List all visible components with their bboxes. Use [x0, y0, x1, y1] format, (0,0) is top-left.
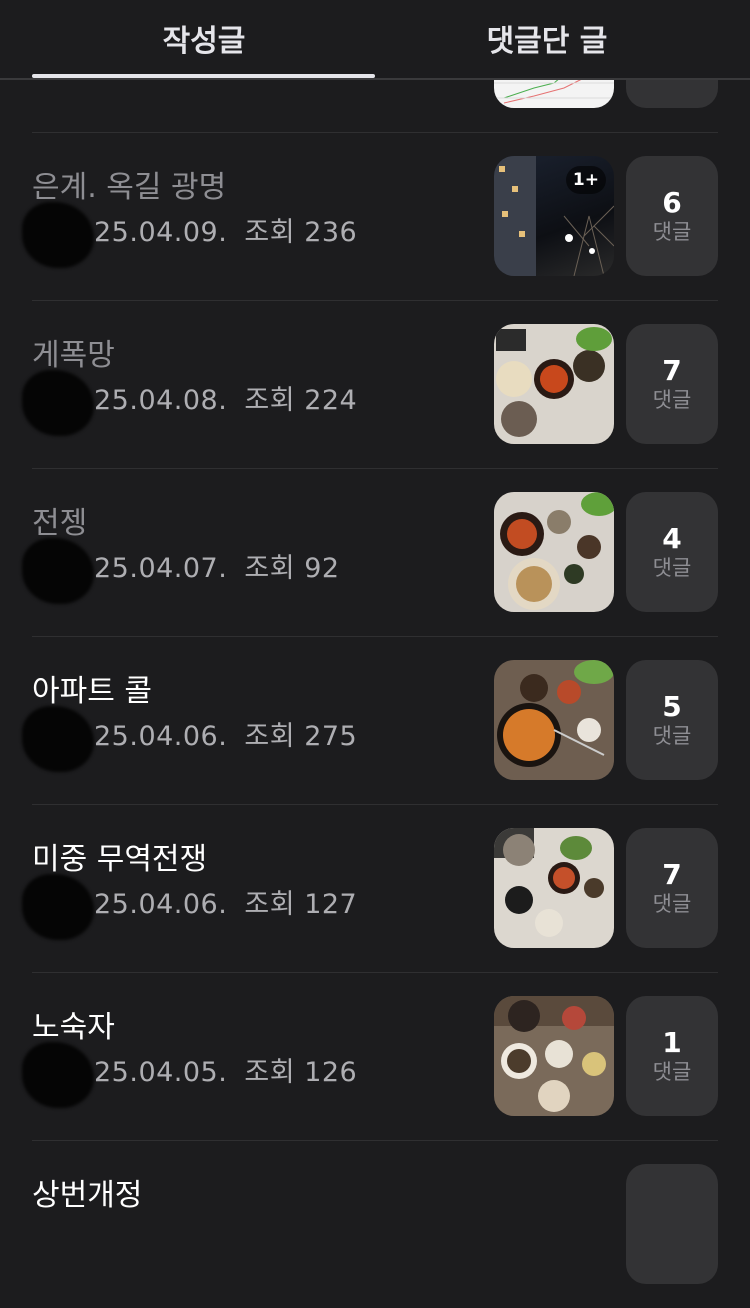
post-date: 25.04.05. [94, 1057, 228, 1088]
comment-label: 댓글 [652, 1060, 692, 1085]
post-meta: 25.04.05. 조회 126 [94, 1050, 357, 1089]
post-meta: 25.04.06. 조회 127 [94, 882, 357, 921]
comment-label: 댓글 [652, 892, 692, 917]
comment-count-box[interactable]: 6 댓글 [626, 156, 718, 276]
views-count: 275 [304, 721, 358, 752]
comment-count: 7 [662, 857, 682, 891]
post-title: 상번개정 [32, 1178, 143, 1213]
comment-label: 댓글 [652, 220, 692, 245]
views-label: 조회 [244, 217, 296, 248]
comment-count-box[interactable]: 7 댓글 [626, 828, 718, 948]
comment-label: 댓글 [652, 388, 692, 413]
tab-commented-posts[interactable]: 댓글단 글 [375, 0, 719, 76]
list-item[interactable]: 노숙자 25.04.05. 조회 126 1 댓글 [22, 972, 718, 1141]
comment-label: 댓글 [652, 724, 692, 749]
views-count: 127 [304, 889, 358, 920]
views-count: 126 [304, 1057, 358, 1088]
list-item[interactable]: 미중 무역전쟁 25.04.06. 조회 127 7 댓글 [22, 804, 718, 973]
views-count: 92 [304, 553, 340, 584]
post-meta: 25.04.09. 조회 236 [94, 210, 357, 249]
post-title: 게폭망 [32, 338, 115, 373]
comment-count-box[interactable]: 5 댓글 [626, 660, 718, 780]
views-count: 224 [304, 385, 358, 416]
redacted-author [22, 874, 94, 940]
comment-count: 1 [662, 1025, 682, 1059]
redacted-author [22, 706, 94, 772]
redacted-author [22, 1042, 94, 1108]
views-label: 조회 [244, 721, 296, 752]
post-date: 25.04.06. [94, 889, 228, 920]
list-item[interactable]: 전젱 25.04.07. 조회 92 4 댓글 [22, 468, 718, 637]
post-title: 아파트 콜 [32, 674, 152, 709]
post-title: 미중 무역전쟁 [32, 842, 208, 877]
list-item[interactable]: 게폭망 25.04.08. 조회 224 7 댓글 [22, 300, 718, 469]
redacted-author [22, 538, 94, 604]
post-date: 25.04.06. [94, 721, 228, 752]
post-thumbnail [494, 492, 614, 612]
post-thumbnail [494, 660, 614, 780]
comment-count-box[interactable]: 4 댓글 [626, 492, 718, 612]
views-label: 조회 [244, 553, 296, 584]
food-table-image [496, 327, 612, 437]
post-thumbnail [494, 324, 614, 444]
views-label: 조회 [244, 385, 296, 416]
post-meta: 25.04.08. 조회 224 [94, 378, 357, 417]
comment-count-box[interactable]: 1 댓글 [626, 996, 718, 1116]
food-table-image [494, 996, 614, 1112]
comment-count: 6 [662, 185, 682, 219]
post-date: 25.04.08. [94, 385, 228, 416]
redacted-author [22, 202, 94, 268]
comment-count: 4 [662, 521, 682, 555]
comment-count-box[interactable]: 7 댓글 [626, 324, 718, 444]
comment-count-box[interactable] [626, 1164, 718, 1284]
views-label: 조회 [244, 1057, 296, 1088]
active-tab-indicator [32, 74, 375, 78]
post-meta: 25.04.06. 조회 275 [94, 714, 357, 753]
views-label: 조회 [244, 889, 296, 920]
list-item[interactable]: 아파트 콜 25.04.06. 조회 275 5 댓글 [22, 636, 718, 805]
post-title: 전젱 [32, 506, 88, 541]
post-thumbnail [494, 996, 614, 1116]
list-item[interactable]: 은계. 옥길 광명 25.04.09. 조회 236 1+ 6 댓글 [22, 132, 718, 301]
comment-label: 댓글 [652, 556, 692, 581]
views-count: 236 [304, 217, 358, 248]
list-item[interactable]: 상번개정 [32, 1140, 718, 1308]
food-table-image [494, 828, 604, 937]
food-table-image [497, 660, 614, 767]
post-title: 노숙자 [32, 1010, 115, 1045]
food-table-image [500, 492, 614, 610]
post-title: 은계. 옥길 광명 [32, 170, 227, 205]
post-date: 25.04.09. [94, 217, 228, 248]
post-meta: 25.04.07. 조회 92 [94, 546, 340, 585]
post-date: 25.04.07. [94, 553, 228, 584]
post-thumbnail: 1+ [494, 156, 614, 276]
comment-count: 7 [662, 353, 682, 387]
redacted-author [22, 370, 94, 436]
image-count-badge: 1+ [565, 166, 606, 194]
post-thumbnail [494, 828, 614, 948]
tab-my-posts[interactable]: 작성글 [32, 0, 376, 76]
comment-count: 5 [662, 689, 682, 723]
tab-bar: 작성글 댓글단 글 [0, 0, 750, 80]
